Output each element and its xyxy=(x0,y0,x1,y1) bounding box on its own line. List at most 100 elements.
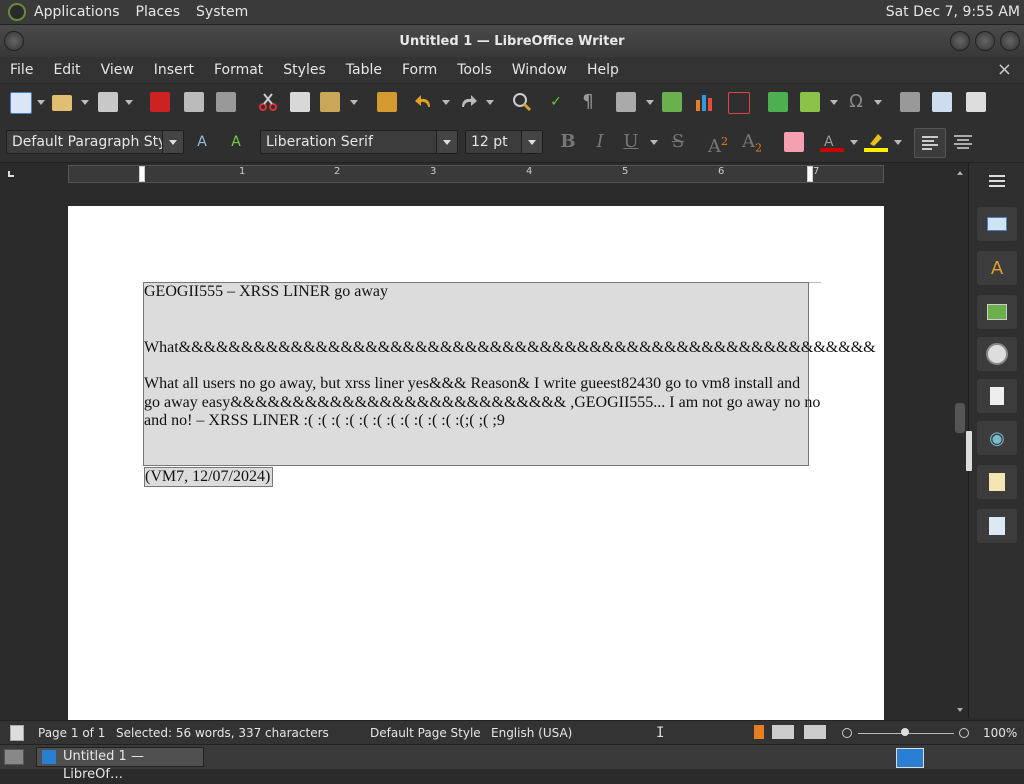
redo-dropdown-icon[interactable] xyxy=(486,100,494,105)
print-icon[interactable] xyxy=(184,92,204,112)
table-dropdown-icon[interactable] xyxy=(646,100,654,105)
font-color-icon[interactable]: A xyxy=(820,132,844,152)
formatting-marks-icon[interactable]: ¶ xyxy=(578,92,598,112)
menu-format[interactable]: Format xyxy=(204,62,273,78)
cut-icon[interactable] xyxy=(258,92,278,112)
places-menu[interactable]: Places xyxy=(128,4,189,20)
find-replace-icon[interactable] xyxy=(512,92,532,112)
insert-hyperlink-icon[interactable] xyxy=(900,92,920,112)
menu-view[interactable]: View xyxy=(91,62,144,78)
scroll-up-icon[interactable] xyxy=(957,171,963,175)
menu-insert[interactable]: Insert xyxy=(144,62,204,78)
strikethrough-button[interactable]: S xyxy=(668,130,688,154)
window-menu-icon[interactable] xyxy=(4,31,24,51)
distro-logo-icon[interactable] xyxy=(8,3,26,21)
menu-help[interactable]: Help xyxy=(577,62,629,78)
redo-icon[interactable] xyxy=(458,92,478,112)
sidebar-collapse-handle[interactable] xyxy=(966,431,972,471)
menu-form[interactable]: Form xyxy=(392,62,447,78)
open-dropdown-icon[interactable] xyxy=(81,100,89,105)
menu-table[interactable]: Table xyxy=(336,62,392,78)
doc-signature[interactable]: (VM7, 12/07/2024) xyxy=(144,467,274,487)
workspace-switcher-icon[interactable] xyxy=(896,748,924,768)
book-view-icon[interactable] xyxy=(804,725,826,739)
spelling-icon[interactable]: ✓ xyxy=(546,92,566,112)
multi-page-view-icon[interactable] xyxy=(772,725,794,739)
undo-dropdown-icon[interactable] xyxy=(442,100,450,105)
menu-tools[interactable]: Tools xyxy=(447,62,502,78)
doc-paragraph-line[interactable]: go away easy&&&&&&&&&&&&&&&&&&&&&&&&&&& … xyxy=(144,394,820,412)
insert-table-icon[interactable] xyxy=(616,92,636,112)
zoom-slider-knob[interactable] xyxy=(901,728,909,736)
superscript-button[interactable]: A2 xyxy=(704,130,732,157)
bold-button[interactable]: B xyxy=(558,130,578,154)
new-style-icon[interactable]: A xyxy=(226,132,246,152)
taskbar-writer-button[interactable]: Untitled 1 — LibreOf… xyxy=(36,747,204,782)
applications-menu[interactable]: Applications xyxy=(26,4,128,20)
menu-styles[interactable]: Styles xyxy=(273,62,335,78)
font-size-dropdown-icon[interactable] xyxy=(521,131,542,153)
scrollbar-thumb[interactable] xyxy=(955,403,965,433)
paste-dropdown-icon[interactable] xyxy=(350,100,358,105)
zoom-level[interactable]: 100% xyxy=(983,726,1017,740)
properties-icon[interactable] xyxy=(977,207,1017,241)
paste-icon[interactable] xyxy=(320,92,340,112)
underline-button[interactable]: U xyxy=(620,130,642,154)
menu-file[interactable]: File xyxy=(0,62,43,78)
export-pdf-icon[interactable] xyxy=(150,92,170,112)
insert-footnote-icon[interactable] xyxy=(932,92,952,112)
special-character-dropdown-icon[interactable] xyxy=(874,100,882,105)
close-window-button[interactable] xyxy=(1000,31,1020,51)
styles-icon[interactable]: A xyxy=(977,251,1017,285)
save-dropdown-icon[interactable] xyxy=(125,100,133,105)
font-name-combo[interactable]: Liberation Serif xyxy=(260,130,458,154)
accessibility-check-icon[interactable] xyxy=(977,509,1017,543)
page-count[interactable]: Page 1 of 1 xyxy=(38,726,105,740)
zoom-in-icon[interactable] xyxy=(959,728,969,738)
sidebar-menu-icon[interactable] xyxy=(987,173,1007,189)
new-document-icon[interactable] xyxy=(10,92,32,114)
maximize-button[interactable] xyxy=(975,31,995,51)
clear-formatting-icon[interactable] xyxy=(784,132,804,152)
show-desktop-icon[interactable] xyxy=(4,749,24,765)
save-icon[interactable] xyxy=(98,92,118,112)
special-character-icon[interactable]: Ω xyxy=(846,92,866,112)
document-modified-icon[interactable] xyxy=(10,725,24,741)
print-preview-icon[interactable] xyxy=(216,92,236,112)
font-name-dropdown-icon[interactable] xyxy=(436,131,457,153)
paragraph-style-dropdown-icon[interactable] xyxy=(162,131,183,153)
align-left-button[interactable] xyxy=(914,128,946,158)
insert-textbox-icon[interactable] xyxy=(728,92,750,114)
new-dropdown-icon[interactable] xyxy=(37,100,45,105)
font-size-combo[interactable]: 12 pt xyxy=(465,130,543,154)
page-icon[interactable] xyxy=(977,379,1017,413)
minimize-button[interactable] xyxy=(950,31,970,51)
left-indent-marker-icon[interactable] xyxy=(139,166,145,182)
horizontal-ruler[interactable]: 1 2 3 4 5 6 7 xyxy=(68,165,884,183)
menu-edit[interactable]: Edit xyxy=(43,62,90,78)
italic-button[interactable]: I xyxy=(590,130,610,154)
text-language[interactable]: English (USA) xyxy=(491,726,572,740)
doc-paragraph-line[interactable]: What all users no go away, but xrss line… xyxy=(144,375,800,393)
word-count[interactable]: Selected: 56 words, 337 characters xyxy=(116,726,329,740)
field-dropdown-icon[interactable] xyxy=(830,100,838,105)
clone-formatting-icon[interactable] xyxy=(377,92,397,112)
panel-clock[interactable]: Sat Dec 7, 9:55 AM xyxy=(886,0,1020,24)
undo-icon[interactable] xyxy=(414,92,434,112)
doc-line-ampersands[interactable]: What&&&&&&&&&&&&&&&&&&&&&&&&&&&&&&&&&&&&… xyxy=(144,339,876,357)
window-titlebar[interactable]: Untitled 1 — LibreOffice Writer xyxy=(0,25,1024,57)
font-color-dropdown-icon[interactable] xyxy=(850,140,858,145)
insert-field-icon[interactable] xyxy=(800,92,820,112)
design-icon[interactable] xyxy=(977,465,1017,499)
highlight-color-icon[interactable] xyxy=(864,132,888,152)
right-indent-marker-icon[interactable] xyxy=(807,166,813,182)
align-center-button[interactable] xyxy=(952,132,972,152)
highlight-dropdown-icon[interactable] xyxy=(894,140,902,145)
underline-dropdown-icon[interactable] xyxy=(650,140,658,145)
paragraph-style-combo[interactable]: Default Paragraph Style xyxy=(6,130,184,154)
system-menu[interactable]: System xyxy=(188,4,256,20)
subscript-button[interactable]: A2 xyxy=(738,130,766,155)
insert-mode-icon[interactable]: I xyxy=(656,725,664,741)
close-document-button[interactable]: × xyxy=(997,59,1012,80)
scroll-down-icon[interactable] xyxy=(957,708,963,712)
